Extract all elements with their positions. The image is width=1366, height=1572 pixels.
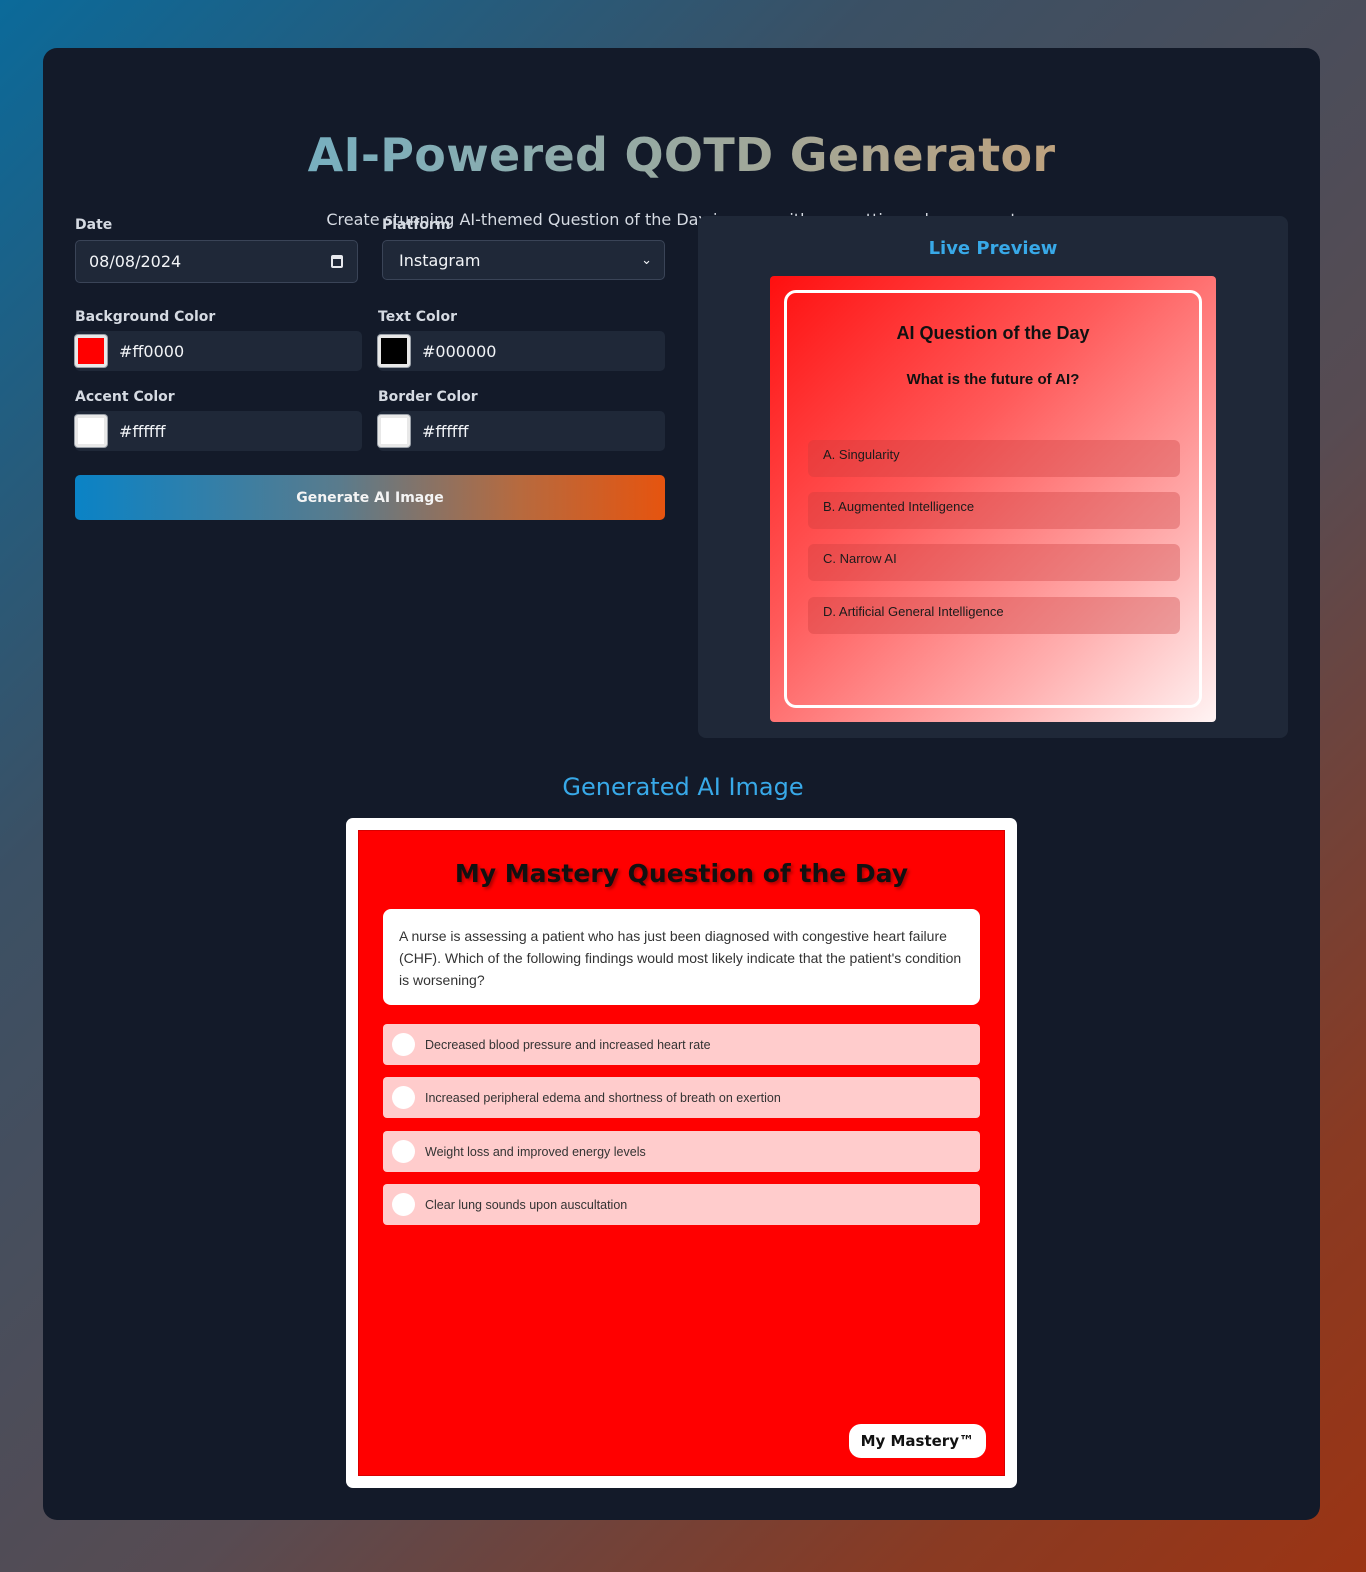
preview-option: A. Singularity bbox=[808, 440, 1180, 477]
border-color-value[interactable]: #ffffff bbox=[422, 422, 468, 441]
border-color-field[interactable]: #ffffff bbox=[378, 411, 665, 451]
answer-option: Weight loss and improved energy levels bbox=[383, 1131, 980, 1172]
accent-color-label: Accent Color bbox=[75, 389, 175, 405]
live-preview-panel: Live Preview AI Question of the Day What… bbox=[698, 216, 1288, 738]
date-value: 08/08/2024 bbox=[89, 252, 182, 271]
page-title: AI-Powered QOTD Generator bbox=[43, 128, 1320, 182]
border-color-label: Border Color bbox=[378, 389, 478, 405]
radio-circle-icon bbox=[392, 1193, 415, 1216]
background-color-field[interactable]: #ff0000 bbox=[75, 331, 362, 371]
generated-title: My Mastery Question of the Day bbox=[454, 859, 909, 888]
accent-color-field[interactable]: #ffffff bbox=[75, 411, 362, 451]
brand-badge: My Mastery™ bbox=[848, 1424, 986, 1458]
generate-ai-image-button[interactable]: Generate AI Image bbox=[75, 475, 665, 520]
generated-card: My Mastery Question of the Day A nurse i… bbox=[358, 830, 1005, 1476]
background-color-value[interactable]: #ff0000 bbox=[119, 342, 184, 361]
preview-card-border: AI Question of the Day What is the futur… bbox=[784, 290, 1202, 708]
calendar-icon[interactable] bbox=[331, 255, 343, 268]
background-color-swatch[interactable] bbox=[75, 335, 107, 367]
preview-card: AI Question of the Day What is the futur… bbox=[770, 276, 1216, 722]
answer-text: Increased peripheral edema and shortness… bbox=[425, 1090, 781, 1105]
preview-title: AI Question of the Day bbox=[896, 323, 1090, 343]
generated-image: My Mastery Question of the Day A nurse i… bbox=[346, 818, 1017, 1488]
accent-color-swatch[interactable] bbox=[75, 415, 107, 447]
platform-label: Platform bbox=[382, 217, 451, 233]
text-color-swatch[interactable] bbox=[378, 335, 410, 367]
preview-option: C. Narrow AI bbox=[808, 544, 1180, 581]
background-color-label: Background Color bbox=[75, 309, 216, 325]
radio-circle-icon bbox=[392, 1140, 415, 1163]
preview-option: D. Artificial General Intelligence bbox=[808, 597, 1180, 634]
answer-option: Decreased blood pressure and increased h… bbox=[383, 1024, 980, 1065]
text-color-field[interactable]: #000000 bbox=[378, 331, 665, 371]
platform-value: Instagram bbox=[399, 250, 481, 270]
answer-text: Decreased blood pressure and increased h… bbox=[425, 1037, 711, 1052]
preview-option: B. Augmented Intelligence bbox=[808, 492, 1180, 529]
question-box: A nurse is assessing a patient who has j… bbox=[383, 909, 980, 1005]
answer-text: Weight loss and improved energy levels bbox=[425, 1144, 646, 1159]
platform-select[interactable]: Instagram ⌄ bbox=[382, 240, 665, 280]
generated-image-heading: Generated AI Image bbox=[562, 773, 804, 801]
text-color-label: Text Color bbox=[378, 309, 457, 325]
text-color-value[interactable]: #000000 bbox=[422, 342, 496, 361]
preview-question: What is the future of AI? bbox=[906, 371, 1080, 388]
answer-option: Clear lung sounds upon auscultation bbox=[383, 1184, 980, 1225]
border-color-swatch[interactable] bbox=[378, 415, 410, 447]
accent-color-value[interactable]: #ffffff bbox=[119, 422, 165, 441]
radio-circle-icon bbox=[392, 1086, 415, 1109]
answer-option: Increased peripheral edema and shortness… bbox=[383, 1077, 980, 1118]
chevron-down-icon: ⌄ bbox=[641, 253, 652, 268]
date-input[interactable]: 08/08/2024 bbox=[75, 240, 358, 283]
radio-circle-icon bbox=[392, 1033, 415, 1056]
answer-text: Clear lung sounds upon auscultation bbox=[425, 1197, 628, 1212]
live-preview-heading: Live Preview bbox=[928, 238, 1058, 259]
date-label: Date bbox=[75, 217, 113, 233]
